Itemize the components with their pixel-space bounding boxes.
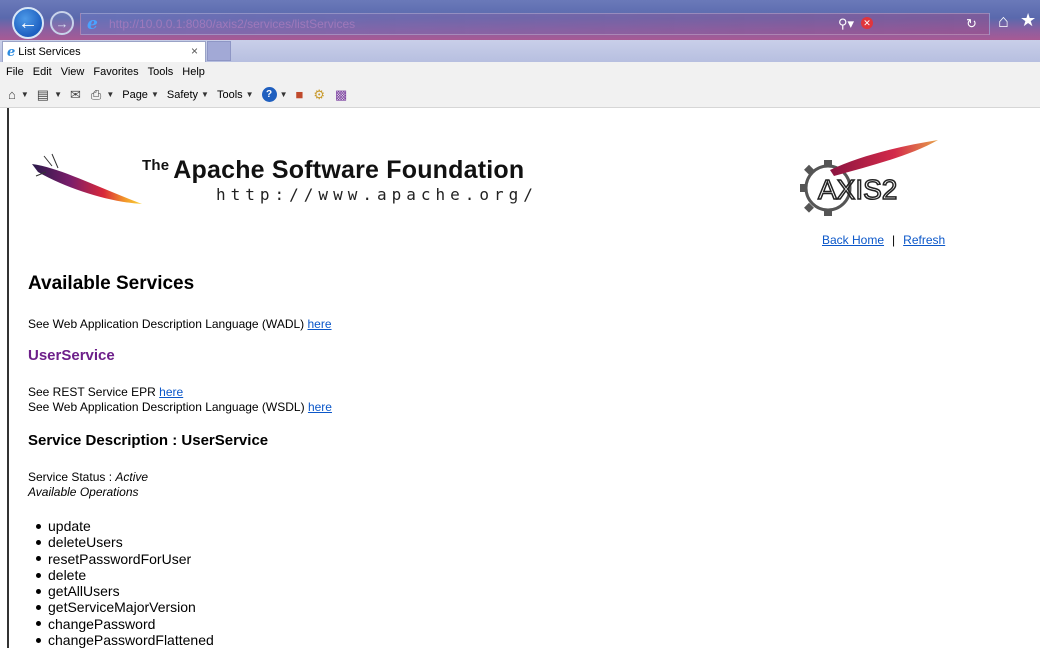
back-icon[interactable]: ←: [12, 7, 44, 39]
apache-logo[interactable]: The Apache Software Foundation http://www…: [30, 146, 550, 216]
home-small-icon: ⌂: [8, 87, 16, 102]
service-description-heading: Service Description : UserService: [28, 432, 269, 449]
list-item: resetPasswordForUser: [36, 551, 214, 567]
help-icon: ?: [261, 87, 277, 102]
list-item: getAllUsers: [36, 583, 214, 599]
epr-here-link[interactable]: here: [159, 385, 183, 399]
tab-title: List Services: [18, 46, 81, 58]
feeds-button[interactable]: ▤ ▼: [37, 87, 62, 103]
wadl-line: See Web Application Description Language…: [28, 317, 332, 331]
list-item: changePassword: [36, 616, 214, 632]
page-content: The Apache Software Foundation http://www…: [0, 108, 1040, 648]
mail-icon: ✉: [70, 86, 81, 102]
home-icon[interactable]: ⌂: [998, 11, 1009, 32]
search-icon[interactable]: ⚲▾: [838, 16, 854, 32]
axis2-logo[interactable]: AXIS2: [790, 136, 940, 221]
address-url[interactable]: http://10.0.0.1:8080/axis2/services/list…: [109, 17, 355, 31]
wsdl-line: See Web Application Description Language…: [28, 400, 332, 414]
tab-close-icon[interactable]: ×: [191, 44, 198, 58]
forward-icon[interactable]: →: [50, 11, 74, 35]
wsdl-here-link[interactable]: here: [308, 400, 332, 414]
menu-help[interactable]: Help: [182, 66, 205, 78]
available-services-heading: Available Services: [28, 273, 195, 294]
print-icon: ⎙: [90, 86, 102, 102]
onenote-button[interactable]: ▩: [335, 87, 349, 103]
list-item: changePasswordFlattened: [36, 632, 214, 648]
browser-titlebar: ← → e http://10.0.0.1:8080/axis2/service…: [0, 0, 1040, 40]
refresh-link[interactable]: Refresh: [903, 233, 945, 247]
onenote-icon: ▩: [335, 86, 348, 102]
page-menu[interactable]: Page ▼: [122, 89, 159, 101]
settings-button[interactable]: ⚙: [313, 87, 327, 103]
command-bar: ⌂ ▼ ▤ ▼ ✉ ⎙ ▼ Page ▼ Safety ▼ Tools ▼ ? ▼ ■ ⚙ ▩: [0, 82, 1040, 108]
addon-button-1[interactable]: ■: [296, 87, 306, 102]
ie-tab-icon: e: [7, 44, 16, 60]
apache-feather-icon: [32, 153, 142, 204]
top-links: Back Home | Refresh: [822, 233, 946, 247]
apache-title: The Apache Software Foundation: [142, 156, 525, 184]
back-home-link[interactable]: Back Home: [822, 233, 884, 247]
addon-icon: ■: [295, 87, 304, 102]
tab-row: e List Services ×: [0, 40, 1040, 62]
service-status: Service Status : Active: [28, 470, 149, 484]
print-button[interactable]: ⎙ ▼: [91, 87, 114, 103]
tools-menu[interactable]: Tools ▼: [217, 89, 254, 101]
axis2-logo-text: AXIS2: [818, 174, 897, 205]
axis2-logo-graphic: AXIS2: [800, 140, 938, 216]
available-operations-label: Available Operations: [28, 485, 139, 499]
menu-favorites[interactable]: Favorites: [93, 66, 138, 78]
service-name: UserService: [28, 347, 115, 364]
list-item: update: [36, 518, 214, 534]
operations-list: update deleteUsers resetPasswordForUser …: [36, 518, 214, 648]
feeds-icon: ▤: [36, 86, 50, 102]
gear-icon: ⚙: [313, 86, 326, 102]
mail-button[interactable]: ✉: [70, 87, 83, 103]
home-button[interactable]: ⌂ ▼: [8, 87, 29, 102]
ie-logo-icon: e: [87, 14, 98, 34]
list-item: deleteUsers: [36, 534, 214, 550]
menu-file[interactable]: File: [6, 66, 24, 78]
rest-epr-line: See REST Service EPR here: [28, 385, 184, 399]
address-bar[interactable]: e http://10.0.0.1:8080/axis2/services/li…: [80, 13, 990, 35]
list-item: getServiceMajorVersion: [36, 599, 214, 615]
favorites-star-icon[interactable]: ★: [1020, 10, 1036, 31]
wadl-here-link[interactable]: here: [308, 317, 332, 331]
menu-bar: File Edit View Favorites Tools Help: [0, 62, 1040, 82]
stop-icon[interactable]: ✕: [861, 17, 873, 29]
menu-edit[interactable]: Edit: [33, 66, 52, 78]
tab-list-services[interactable]: e List Services ×: [2, 41, 206, 62]
apache-url: http://www.apache.org/: [216, 185, 538, 204]
list-item: delete: [36, 567, 214, 583]
menu-view[interactable]: View: [61, 66, 85, 78]
help-menu[interactable]: ? ▼: [261, 87, 288, 102]
status-value: Active: [115, 470, 149, 484]
safety-menu[interactable]: Safety ▼: [167, 89, 209, 101]
refresh-icon[interactable]: ↻: [966, 16, 977, 32]
menu-tools[interactable]: Tools: [148, 66, 174, 78]
new-tab-button[interactable]: [207, 41, 231, 61]
